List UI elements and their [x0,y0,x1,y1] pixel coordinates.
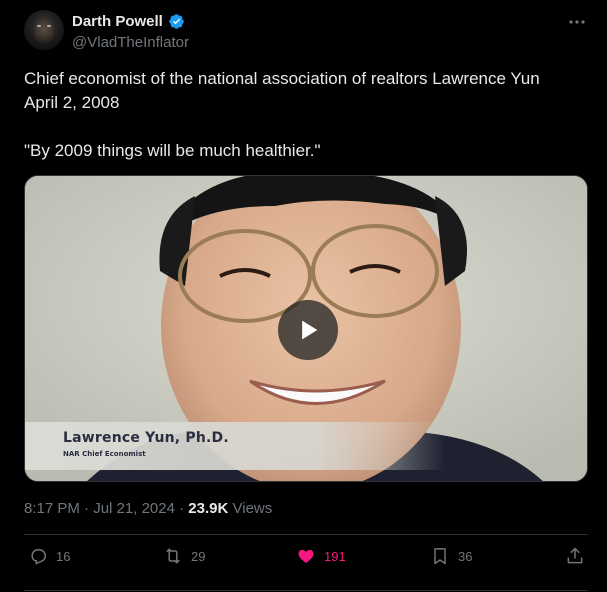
share-button[interactable] [565,546,585,566]
post-line-2: April 2, 2008 [24,93,120,112]
meta-separator-2: · [179,500,185,517]
reply-button[interactable]: 16 [28,546,70,566]
like-button[interactable]: 191 [296,546,346,566]
post-line-1: Chief economist of the national associat… [24,69,540,88]
share-icon [567,547,583,564]
bookmark-count: 36 [458,548,473,564]
post-meta: 8:17 PM · Jul 21, 2024 · 23.9K Views [24,500,272,517]
heart-icon [298,549,314,564]
repost-button[interactable]: 29 [163,546,205,566]
post-actions-bar: 16 29 191 36 [24,546,588,574]
repost-count: 29 [191,548,206,564]
video-player[interactable]: Lawrence Yun, Ph.D. NAR Chief Economist [24,175,588,482]
avatar-eye-right [47,25,51,27]
views-label: Views [232,500,273,517]
play-button[interactable] [278,300,338,360]
reply-count: 16 [56,548,71,564]
post-time[interactable]: 8:17 PM [24,500,80,517]
author-handle[interactable]: @VladTheInflator [72,34,189,51]
bookmark-button[interactable]: 36 [430,546,472,566]
author-display-name[interactable]: Darth Powell [72,13,163,30]
more-options-icon[interactable] [567,14,587,30]
post-date[interactable]: Jul 21, 2024 [93,500,175,517]
bookmark-icon [434,548,446,565]
play-icon [302,320,318,340]
avatar-face [34,16,54,44]
post-line-3: "By 2009 things will be much healthier." [24,141,321,160]
reply-icon [31,549,47,565]
video-caption-name: Lawrence Yun, Ph.D. [63,430,229,446]
post-text: Chief economist of the national associat… [24,67,594,163]
author-name-row: Darth Powell [72,13,185,30]
avatar[interactable] [24,10,64,50]
divider-bottom [24,590,588,591]
verified-badge-icon[interactable] [168,13,185,30]
video-lower-third: Lawrence Yun, Ph.D. NAR Chief Economist [25,422,445,470]
like-count: 191 [324,548,346,564]
repost-icon [166,548,180,564]
views-count: 23.9K [188,500,229,517]
video-caption-title: NAR Chief Economist [63,450,146,458]
meta-separator: · [84,500,90,517]
avatar-eye-left [37,25,41,27]
divider-top [24,534,588,535]
